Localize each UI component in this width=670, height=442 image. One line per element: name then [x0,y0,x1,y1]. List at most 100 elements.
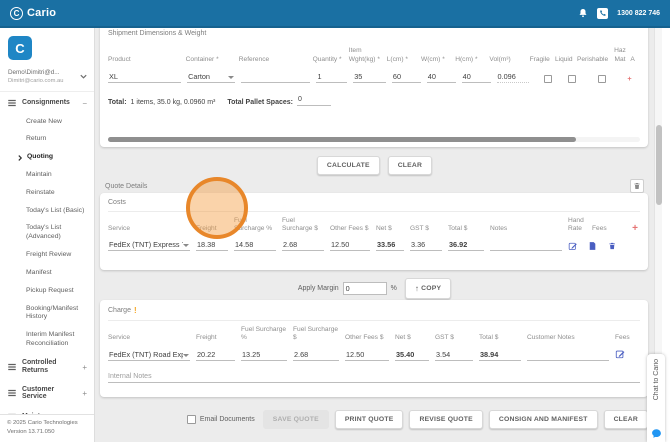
document-icon[interactable] [588,241,596,251]
sidebar-section-controlled-returns[interactable]: Controlled Returns + [0,353,94,379]
charge-fuel-amt-field[interactable]: 2.68 [293,350,339,361]
sidebar-cario-logo: C [8,36,32,60]
pallet-spaces-field[interactable]: 0 [297,96,331,106]
col-gst: GST $ [435,334,454,343]
brand-logo[interactable]: C Cario [10,7,56,20]
col-net: Net $ [395,334,411,343]
edit-icon[interactable] [615,349,625,359]
charge-total-value: 38.94 [479,350,521,361]
charge-card: Charge ! Service Freight Fuel Surcharge … [100,300,648,397]
cost-freight-field[interactable]: 18.38 [196,240,228,251]
col-fees: Fees [592,225,607,234]
collapse-minus-icon[interactable]: − [82,99,87,108]
charge-gst-value: 3.54 [435,350,473,361]
liquid-checkbox[interactable] [568,75,576,83]
copyright-text: © 2025 Cario Technologies [7,419,90,428]
consign-and-manifest-button[interactable]: CONSIGN AND MANIFEST [489,410,598,429]
delete-quote-button[interactable] [630,179,644,193]
cost-service-select[interactable]: FedEx (TNT) Express 76 [108,240,190,251]
sidebar-item-create-new[interactable]: Create New [0,113,94,131]
trash-icon[interactable] [608,241,616,251]
version-text: Version 13.71.050 [7,428,90,437]
col-product: Product [108,56,131,65]
user-email: Dimitri@cario.com.au [8,78,79,84]
cost-notes-field[interactable] [490,241,562,251]
cost-fuel-amt-field[interactable]: 2.68 [282,240,324,251]
print-quote-button[interactable]: PRINT QUOTE [335,410,404,429]
col-freight: Freight [196,334,217,343]
sidebar-section-consignments[interactable]: Consignments − [0,92,94,113]
cost-net-value: 33.56 [376,240,404,251]
col-fuel-surcharge-pct: Fuel Surcharge % [234,217,278,234]
sidebar-item-quoting[interactable]: Quoting [0,149,94,167]
sidebar-section-customer-service[interactable]: Customer Service + [0,380,94,406]
col-net: Net $ [376,225,392,234]
width-field[interactable]: 40 [427,72,456,83]
quantity-field[interactable]: 1 [316,72,347,83]
col-customer-notes: Customer Notes [527,334,575,343]
email-documents-checkbox[interactable] [187,415,196,424]
col-fragile: Fragile [530,56,550,65]
costs-card: Costs + Service Freight Fuel Surcharge %… [100,193,648,270]
fragile-checkbox[interactable] [544,75,552,83]
internal-notes-field[interactable]: Internal Notes [108,373,640,383]
sidebar-item-todays-list-basic[interactable]: Today's List (Basic) [0,202,94,220]
apply-margin-input[interactable]: 0 [343,282,387,295]
charge-fuel-pct-field[interactable]: 13.25 [241,350,287,361]
reference-field[interactable] [241,73,310,83]
height-field[interactable]: 40 [462,72,491,83]
brand-name: Cario [27,7,56,19]
sidebar-item-manifest[interactable]: Manifest [0,264,94,282]
chat-bubble-icon [651,428,662,439]
charge-customer-notes-field[interactable] [527,351,609,361]
charge-service-select[interactable]: FedEx (TNT) Road Expre... [108,350,190,361]
col-height: H(cm) * [455,56,477,65]
container-select[interactable]: Carton [187,72,235,83]
charge-freight-field[interactable]: 20.22 [196,350,235,361]
phone-icon [597,8,608,19]
edit-icon[interactable] [568,241,577,251]
calculate-button[interactable]: CALCULATE [317,156,380,175]
cost-fuel-pct-field[interactable]: 14.58 [234,240,276,251]
volume-field: 0.096 [497,72,530,83]
horizontal-scrollbar-thumb[interactable] [108,137,576,142]
top-header-bar: C Cario 1300 822 746 [0,0,670,28]
sidebar-item-reinstate[interactable]: Reinstate [0,184,94,202]
length-field[interactable]: 60 [392,72,421,83]
expand-plus-icon[interactable]: + [82,363,87,372]
clear-quote-button[interactable]: CLEAR [604,410,648,429]
chevron-down-icon [79,72,88,81]
hazmat-add-icon[interactable]: + [627,74,631,83]
sidebar-item-booking-manifest-history[interactable]: Booking/Manifest History [0,300,94,327]
col-freight: Freight [196,225,217,234]
horizontal-scrollbar[interactable] [108,137,640,142]
item-weight-field[interactable]: 35 [353,72,386,83]
sidebar-item-pickup-request[interactable]: Pickup Request [0,282,94,300]
internal-notes-placeholder: Internal Notes [108,373,640,380]
col-volume: Vol(m³) [489,56,510,65]
cost-other-fees-field[interactable]: 12.50 [330,240,370,251]
user-account-menu[interactable]: Demo\Dimitri@d... Dimitri@cario.com.au [0,60,94,92]
sidebar-item-maintain[interactable]: Maintain [0,166,94,184]
col-quantity: Quantity * [313,56,342,65]
charge-other-fees-field[interactable]: 12.50 [345,350,389,361]
email-documents-option[interactable]: Email Documents [187,415,255,424]
chat-to-cario-tab[interactable]: Chat to Cario [647,354,665,442]
clear-dimensions-button[interactable]: CLEAR [388,156,432,175]
sidebar-item-interim-manifest-reconciliation[interactable]: Interim Manifest Reconciliation [0,327,94,354]
sidebar-item-todays-list-advanced[interactable]: Today's List (Advanced) [0,220,94,247]
sidebar-item-return[interactable]: Return [0,131,94,149]
col-service: Service [108,225,130,234]
sidebar-item-freight-review[interactable]: Freight Review [0,247,94,265]
product-field[interactable]: XL [108,72,181,83]
copy-button[interactable]: ↑ COPY [405,278,451,299]
expand-plus-icon[interactable]: + [82,389,87,398]
notifications-bell-icon[interactable] [578,8,588,18]
perishable-checkbox[interactable] [598,75,606,83]
trash-icon [633,182,641,190]
col-fuel-surcharge-amt: Fuel Surcharge $ [293,326,341,343]
add-cost-row-icon[interactable]: + [632,223,638,234]
col-gst: GST $ [410,225,429,234]
revise-quote-button[interactable]: REVISE QUOTE [409,410,482,429]
active-arrow-icon [16,154,24,162]
